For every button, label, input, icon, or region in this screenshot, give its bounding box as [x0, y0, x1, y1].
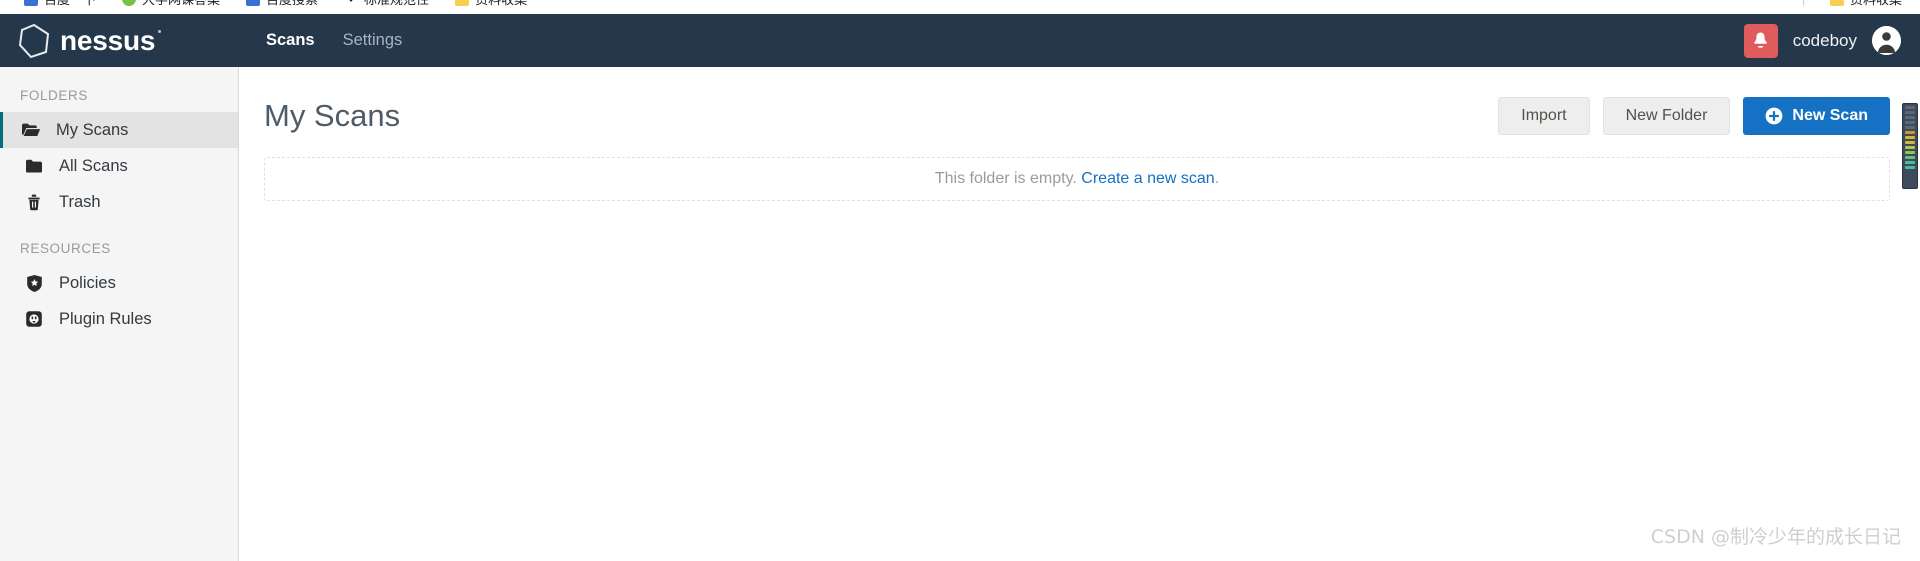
bookmark-list: 百度一下 大学网课答案 百度搜索 标准规范性 资料收集	[24, 0, 527, 8]
bookmark-divider	[1802, 0, 1804, 6]
bookmark-label: 百度一下	[44, 0, 96, 8]
nessus-logo[interactable]: nessus	[17, 23, 194, 59]
blue-square-icon	[246, 0, 261, 6]
bookmark-label: 标准规范性	[364, 0, 429, 8]
header-actions: Import New Folder New Scan	[1498, 97, 1890, 135]
sidebar-section-resources-title: RESOURCES	[20, 241, 111, 256]
bookmark-label: 资料收集	[1850, 0, 1902, 8]
sidebar-item-all-scans[interactable]: All Scans	[0, 148, 238, 184]
plus-circle-icon	[1766, 107, 1783, 125]
new-scan-button[interactable]: New Scan	[1743, 97, 1890, 135]
vertical-scrollbar[interactable]	[1902, 103, 1918, 189]
notification-bell-button[interactable]	[1743, 23, 1778, 58]
folder-closed-icon	[23, 158, 45, 174]
sidebar-item-label: Policies	[59, 273, 116, 292]
shield-star-icon	[23, 274, 45, 293]
app-header: nessus Scans Settings codeboy	[0, 14, 1920, 67]
sidebar-item-label: Plugin Rules	[59, 309, 152, 328]
tab-settings[interactable]: Settings	[329, 25, 417, 56]
bookmark-label: 大学网课答案	[142, 0, 220, 8]
import-button[interactable]: Import	[1498, 97, 1590, 135]
empty-folder-panel: This folder is empty. Create a new scan …	[264, 157, 1890, 201]
folder-open-icon	[20, 122, 42, 138]
yellow-folder-icon	[1829, 0, 1844, 6]
sidebar-item-policies[interactable]: Policies	[0, 265, 238, 301]
sidebar-item-label: My Scans	[56, 120, 129, 139]
bookmark-item[interactable]: 百度一下	[24, 0, 96, 8]
bookmark-item[interactable]: 百度搜索	[246, 0, 318, 8]
empty-folder-trailing-period: .	[1214, 170, 1220, 187]
browser-bookmark-bar: 百度一下 大学网课答案 百度搜索 标准规范性 资料收集	[0, 0, 1920, 14]
avatar[interactable]	[1872, 26, 1901, 55]
bookmark-item[interactable]: 标准规范性	[344, 0, 429, 8]
sidebar-item-plugin-rules[interactable]: Plugin Rules	[0, 301, 238, 337]
blue-square-icon	[24, 0, 38, 6]
brand-wordmark: nessus	[60, 24, 162, 56]
sidebar-item-my-scans[interactable]: My Scans	[0, 112, 238, 148]
tab-scans[interactable]: Scans	[252, 25, 329, 56]
bookmark-item[interactable]: 大学网课答案	[122, 0, 220, 8]
page-title: My Scans	[264, 98, 401, 133]
sidebar-item-label: All Scans	[59, 156, 128, 175]
content-header: My Scans Import New Folder New Scan	[240, 67, 1920, 139]
user-name-label: codeboy	[1792, 30, 1857, 50]
watermark: CSDN @制冷少年的成长日记	[1650, 526, 1901, 548]
bell-icon	[1754, 32, 1768, 48]
bookmark-label: 资料收集	[475, 0, 527, 8]
new-folder-button[interactable]: New Folder	[1602, 97, 1731, 135]
main-nav: Scans Settings	[252, 25, 416, 56]
plugin-rules-icon	[23, 310, 45, 328]
green-circle-icon	[122, 0, 137, 6]
new-scan-label: New Scan	[1792, 107, 1868, 124]
chevron-down-icon	[344, 0, 358, 6]
bookmark-list-overflow: 资料收集	[1802, 0, 1902, 8]
trash-icon	[23, 193, 45, 211]
empty-folder-message: This folder is empty.	[934, 170, 1077, 187]
sidebar-section-folders-title: FOLDERS	[20, 88, 88, 103]
nessus-scans-page: 百度一下 大学网课答案 百度搜索 标准规范性 资料收集	[0, 0, 1920, 561]
main-content: My Scans Import New Folder New Scan This…	[240, 67, 1920, 561]
create-new-scan-link[interactable]: Create a new scan	[1081, 170, 1214, 188]
header-right: codeboy	[1743, 23, 1901, 58]
sidebar: FOLDERS My Scans All Scans Trash RESOURC…	[0, 67, 239, 561]
sidebar-item-label: Trash	[59, 192, 101, 211]
bookmark-item[interactable]: 资料收集	[1829, 0, 1902, 8]
user-avatar-icon	[1872, 26, 1901, 55]
sidebar-item-trash[interactable]: Trash	[0, 184, 238, 220]
bookmark-item[interactable]: 资料收集	[455, 0, 527, 8]
scrollbar-track[interactable]	[1900, 67, 1920, 561]
hexagon-logo-icon	[18, 23, 50, 58]
bookmark-label: 百度搜索	[266, 0, 318, 8]
yellow-folder-icon	[455, 0, 470, 6]
